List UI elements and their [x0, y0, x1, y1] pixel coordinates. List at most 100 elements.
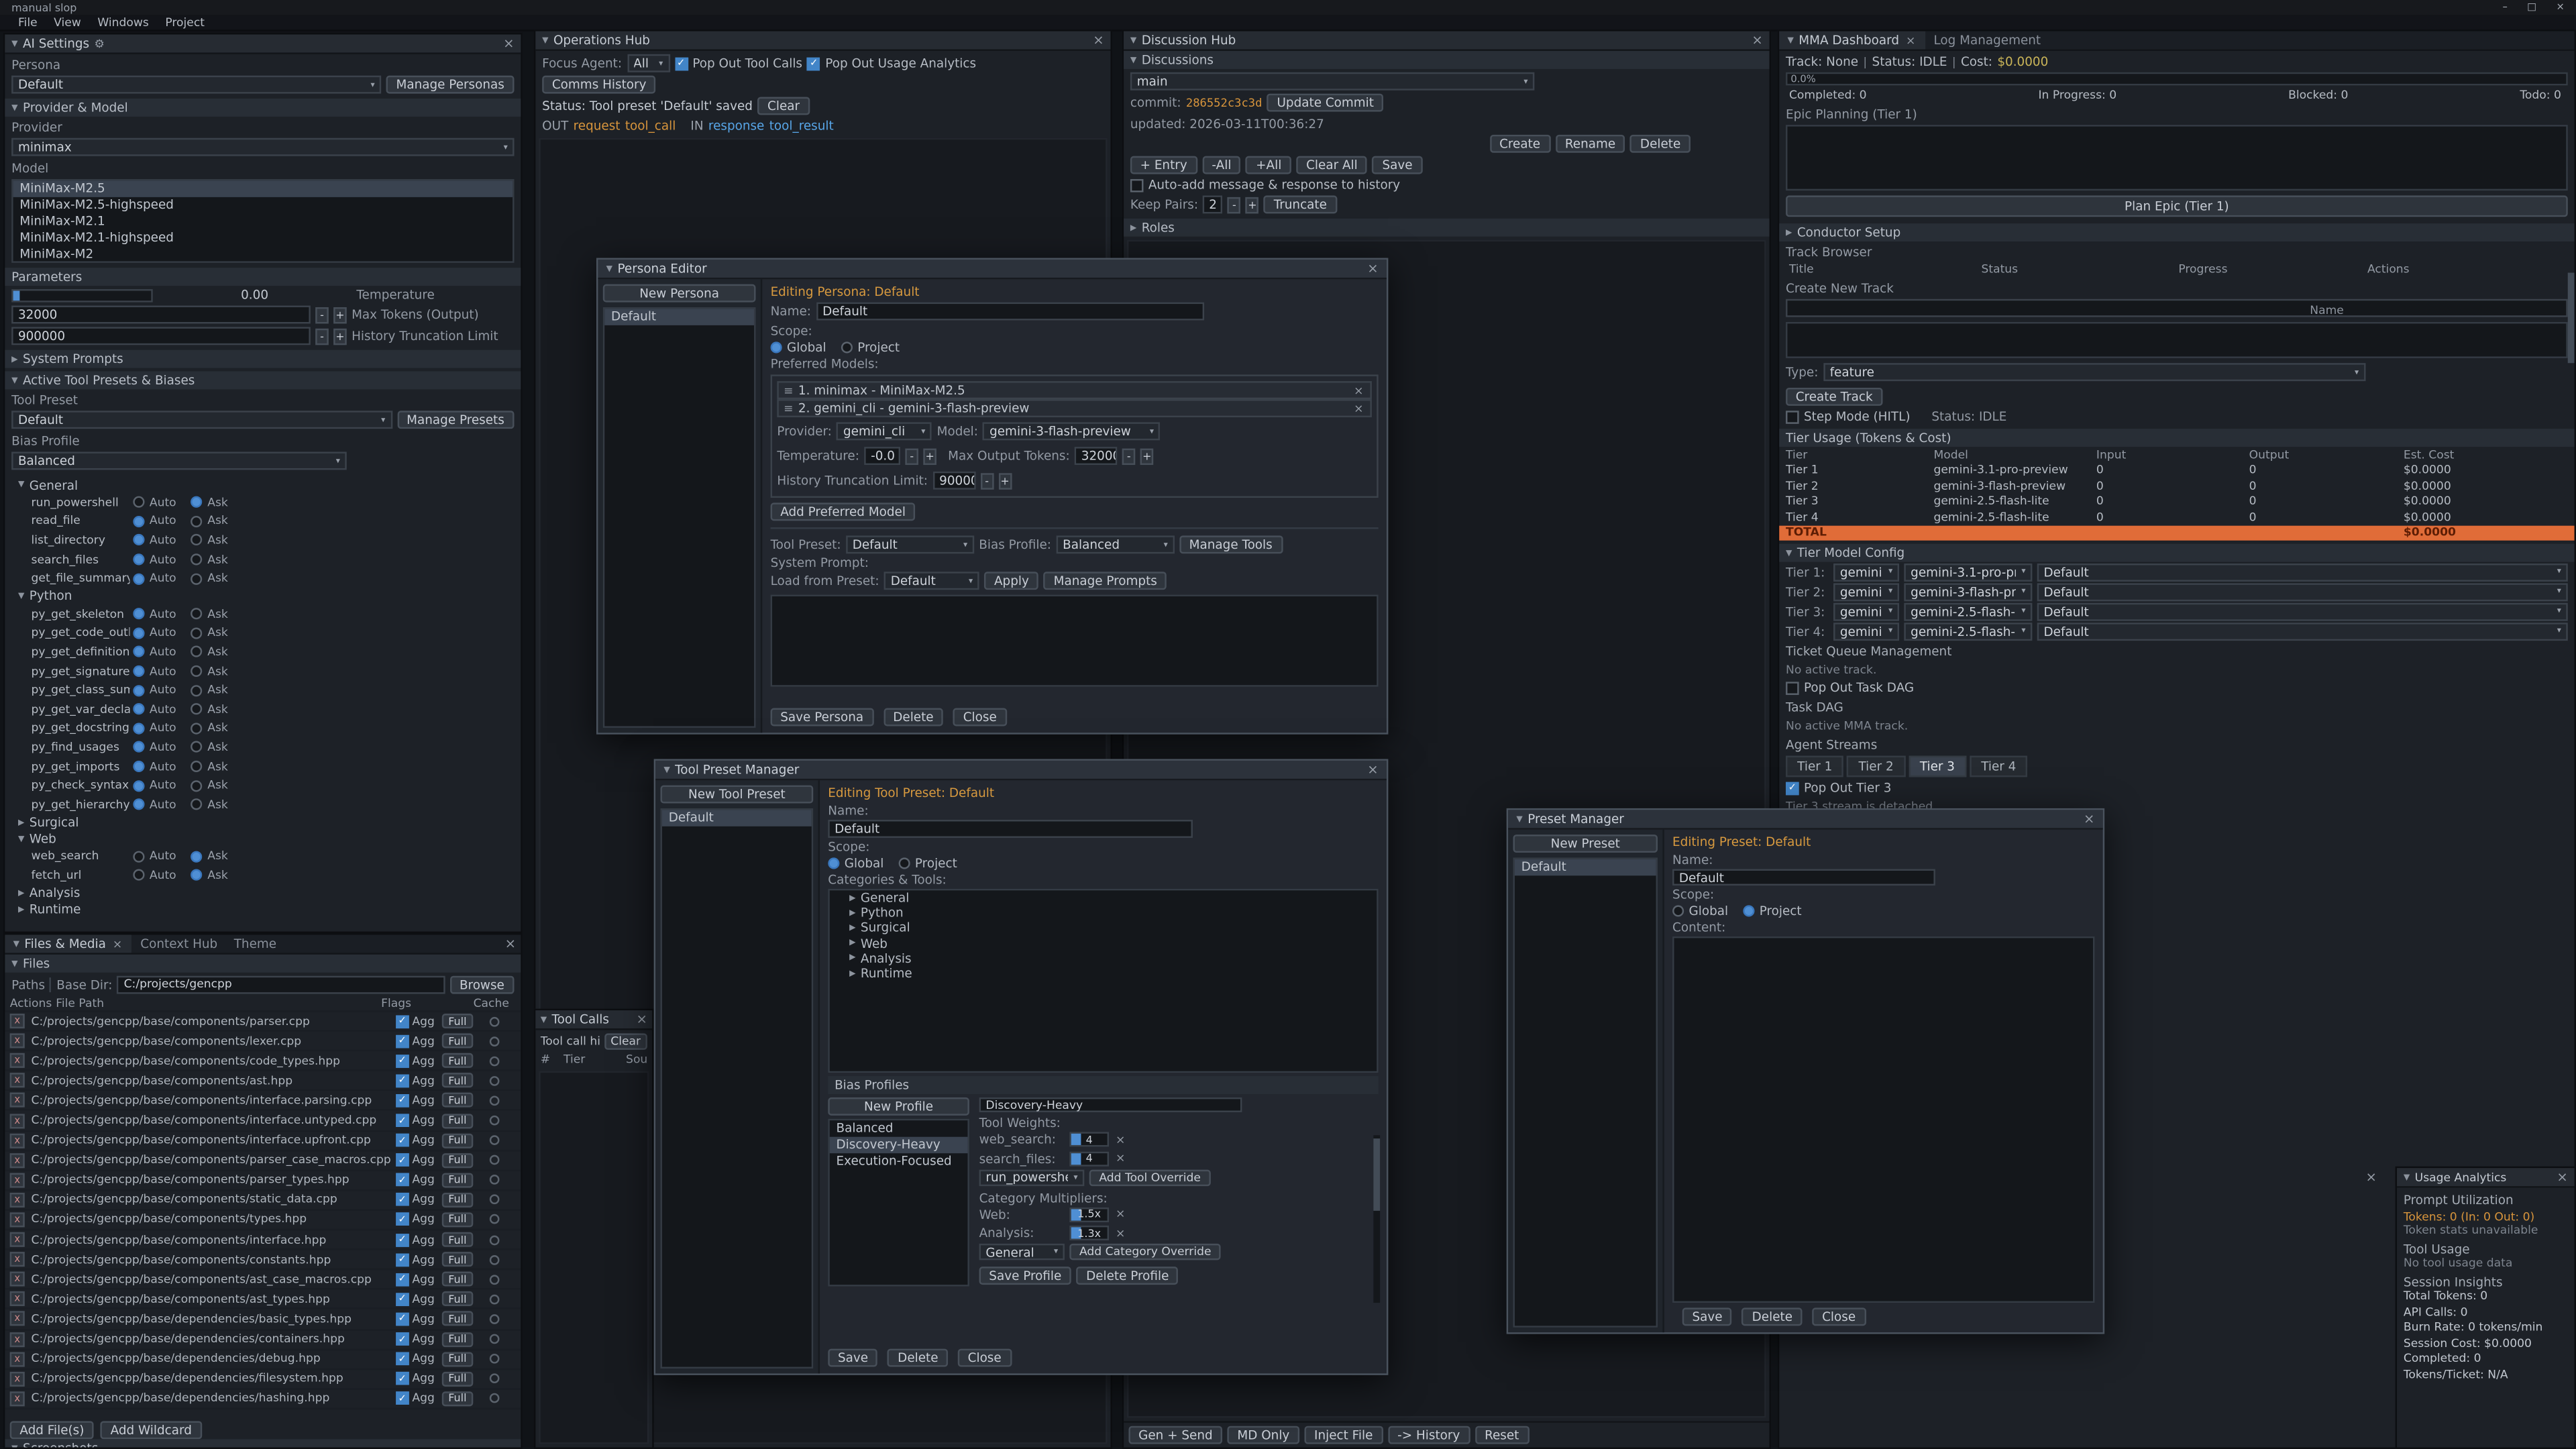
full-flag-button[interactable]: Full [441, 1391, 473, 1406]
close-icon[interactable]: × [2557, 1, 2565, 13]
auto-radio[interactable] [133, 761, 144, 772]
ask-radio[interactable] [191, 535, 203, 546]
drag-handle-icon[interactable]: ≡ [784, 384, 793, 397]
menu-item-view[interactable]: View [46, 15, 89, 29]
close-button[interactable]: Close [958, 1349, 1011, 1367]
tab-context-hub[interactable]: Context Hub [132, 934, 225, 953]
close-icon[interactable]: × [1093, 33, 1104, 48]
increment-button[interactable]: + [333, 328, 347, 344]
agg-checkbox[interactable]: ✓ [396, 1154, 409, 1167]
agg-checkbox[interactable]: ✓ [396, 1134, 409, 1147]
tool-group-header[interactable]: ▶Surgical [5, 814, 521, 830]
tool-override-select[interactable]: run_powershell▾ [979, 1169, 1085, 1185]
full-flag-button[interactable]: Full [441, 1173, 473, 1187]
agg-checkbox[interactable]: ✓ [396, 1074, 409, 1087]
ask-radio[interactable] [191, 869, 203, 881]
clear-status-button[interactable]: Clear [757, 97, 809, 115]
full-flag-button[interactable]: Full [441, 1034, 473, 1049]
entry-button[interactable]: Save [1373, 156, 1423, 174]
ask-radio[interactable] [191, 851, 203, 862]
remove-file-button[interactable]: x [10, 1053, 25, 1068]
truncate-button[interactable]: Truncate [1264, 195, 1337, 213]
cache-indicator[interactable] [490, 1215, 500, 1225]
cache-indicator[interactable] [490, 1076, 500, 1086]
roles-section-header[interactable]: ▶Roles [1124, 219, 1769, 237]
remove-file-button[interactable]: x [10, 1152, 25, 1167]
cache-indicator[interactable] [490, 1116, 500, 1126]
close-icon[interactable]: × [1367, 762, 1378, 777]
provider-select[interactable]: minimax▾ [11, 138, 514, 156]
agg-checkbox[interactable]: ✓ [396, 1332, 409, 1346]
increment-button[interactable]: + [333, 307, 347, 323]
cache-indicator[interactable] [490, 1374, 500, 1384]
close-icon[interactable]: × [503, 36, 514, 51]
cache-indicator[interactable] [490, 1195, 500, 1205]
close-button[interactable]: Close [953, 708, 1006, 727]
full-flag-button[interactable]: Full [441, 1193, 473, 1208]
scrollbar[interactable] [1373, 1135, 1380, 1303]
auto-radio[interactable] [133, 799, 144, 810]
auto-radio[interactable] [133, 742, 144, 753]
agg-checkbox[interactable]: ✓ [396, 1173, 409, 1187]
remove-file-button[interactable]: x [10, 1173, 25, 1187]
full-flag-button[interactable]: Full [441, 1371, 473, 1386]
cache-indicator[interactable] [490, 1095, 500, 1106]
comms-history-button[interactable]: Comms History [542, 76, 656, 94]
provider-select[interactable]: gemini_cli▾ [837, 422, 932, 440]
full-flag-button[interactable]: Full [441, 1252, 473, 1267]
tool-group-header[interactable]: ▶Runtime [5, 902, 521, 918]
files-section-header[interactable]: ▼Files [5, 955, 521, 973]
category-multiplier-slider[interactable]: 1.3x [1069, 1226, 1109, 1241]
model-select[interactable]: gemini-3-flash-preview▾ [983, 422, 1160, 440]
screenshots-section-header[interactable]: ▼Screenshots [5, 1439, 521, 1449]
full-flag-button[interactable]: Full [441, 1272, 473, 1287]
category-row[interactable]: ▶Surgical [830, 920, 1377, 936]
preset-name-input[interactable]: Default [1672, 869, 1935, 885]
tier-model-select[interactable]: gemini-3.1-pro-preview▾ [1904, 563, 2032, 581]
ask-radio[interactable] [191, 627, 203, 639]
model-option[interactable]: MiniMax-M2.5 [13, 180, 513, 197]
auto-radio[interactable] [133, 647, 144, 658]
agg-checkbox[interactable]: ✓ [396, 1094, 409, 1108]
decrement-button[interactable]: - [1122, 447, 1136, 464]
category-row[interactable]: ▶General [830, 890, 1377, 906]
bias-profile-select[interactable]: Balanced▾ [11, 451, 347, 470]
new-profile-button[interactable]: New Profile [828, 1097, 969, 1116]
bias-profile-item[interactable]: Balanced [830, 1120, 968, 1136]
category-multiplier-slider[interactable]: 1.5x [1069, 1207, 1109, 1222]
auto-radio[interactable] [133, 573, 144, 584]
auto-radio[interactable] [133, 665, 144, 677]
ask-radio[interactable] [191, 608, 203, 620]
model-option[interactable]: MiniMax-M2.5-highspeed [13, 197, 513, 213]
remove-icon[interactable]: × [1114, 1208, 1127, 1222]
epic-planning-textarea[interactable] [1786, 125, 2568, 191]
pop-out-tier3-checkbox[interactable]: ✓ [1786, 781, 1799, 794]
ask-radio[interactable] [191, 684, 203, 696]
detached-panel-close-icon[interactable]: × [2366, 1170, 2377, 1185]
preset-content-textarea[interactable] [1672, 936, 2094, 1303]
cache-indicator[interactable] [490, 1136, 500, 1146]
tab-files-media[interactable]: ▼ Files & Media × [5, 934, 132, 953]
save-persona-button[interactable]: Save Persona [771, 708, 873, 727]
full-flag-button[interactable]: Full [441, 1311, 473, 1326]
cache-indicator[interactable] [490, 1036, 500, 1046]
ask-radio[interactable] [191, 780, 203, 791]
track-description-input[interactable] [1786, 322, 2568, 358]
composer-button[interactable]: -> History [1387, 1426, 1470, 1444]
remove-file-button[interactable]: x [10, 1232, 25, 1247]
agg-checkbox[interactable]: ✓ [396, 1273, 409, 1286]
scrollbar-thumb[interactable] [2568, 273, 2575, 364]
stream-tab-tier-3[interactable]: Tier 3 [1909, 756, 1966, 777]
remove-model-icon[interactable]: × [1352, 384, 1366, 397]
ask-radio[interactable] [191, 704, 203, 715]
delete-discussion-button[interactable]: Delete [1630, 135, 1690, 153]
remove-file-button[interactable]: x [10, 1292, 25, 1307]
close-icon[interactable]: × [505, 936, 516, 951]
agg-checkbox[interactable]: ✓ [396, 1392, 409, 1405]
history-truncation-input[interactable]: 900000 [11, 327, 311, 345]
discussions-section-header[interactable]: ▼Discussions [1124, 51, 1769, 69]
temperature-slider[interactable] [11, 288, 153, 302]
ask-radio[interactable] [191, 722, 203, 734]
conductor-setup-section-header[interactable]: ▶Conductor Setup [1779, 223, 2574, 241]
apply-button[interactable]: Apply [984, 572, 1038, 590]
